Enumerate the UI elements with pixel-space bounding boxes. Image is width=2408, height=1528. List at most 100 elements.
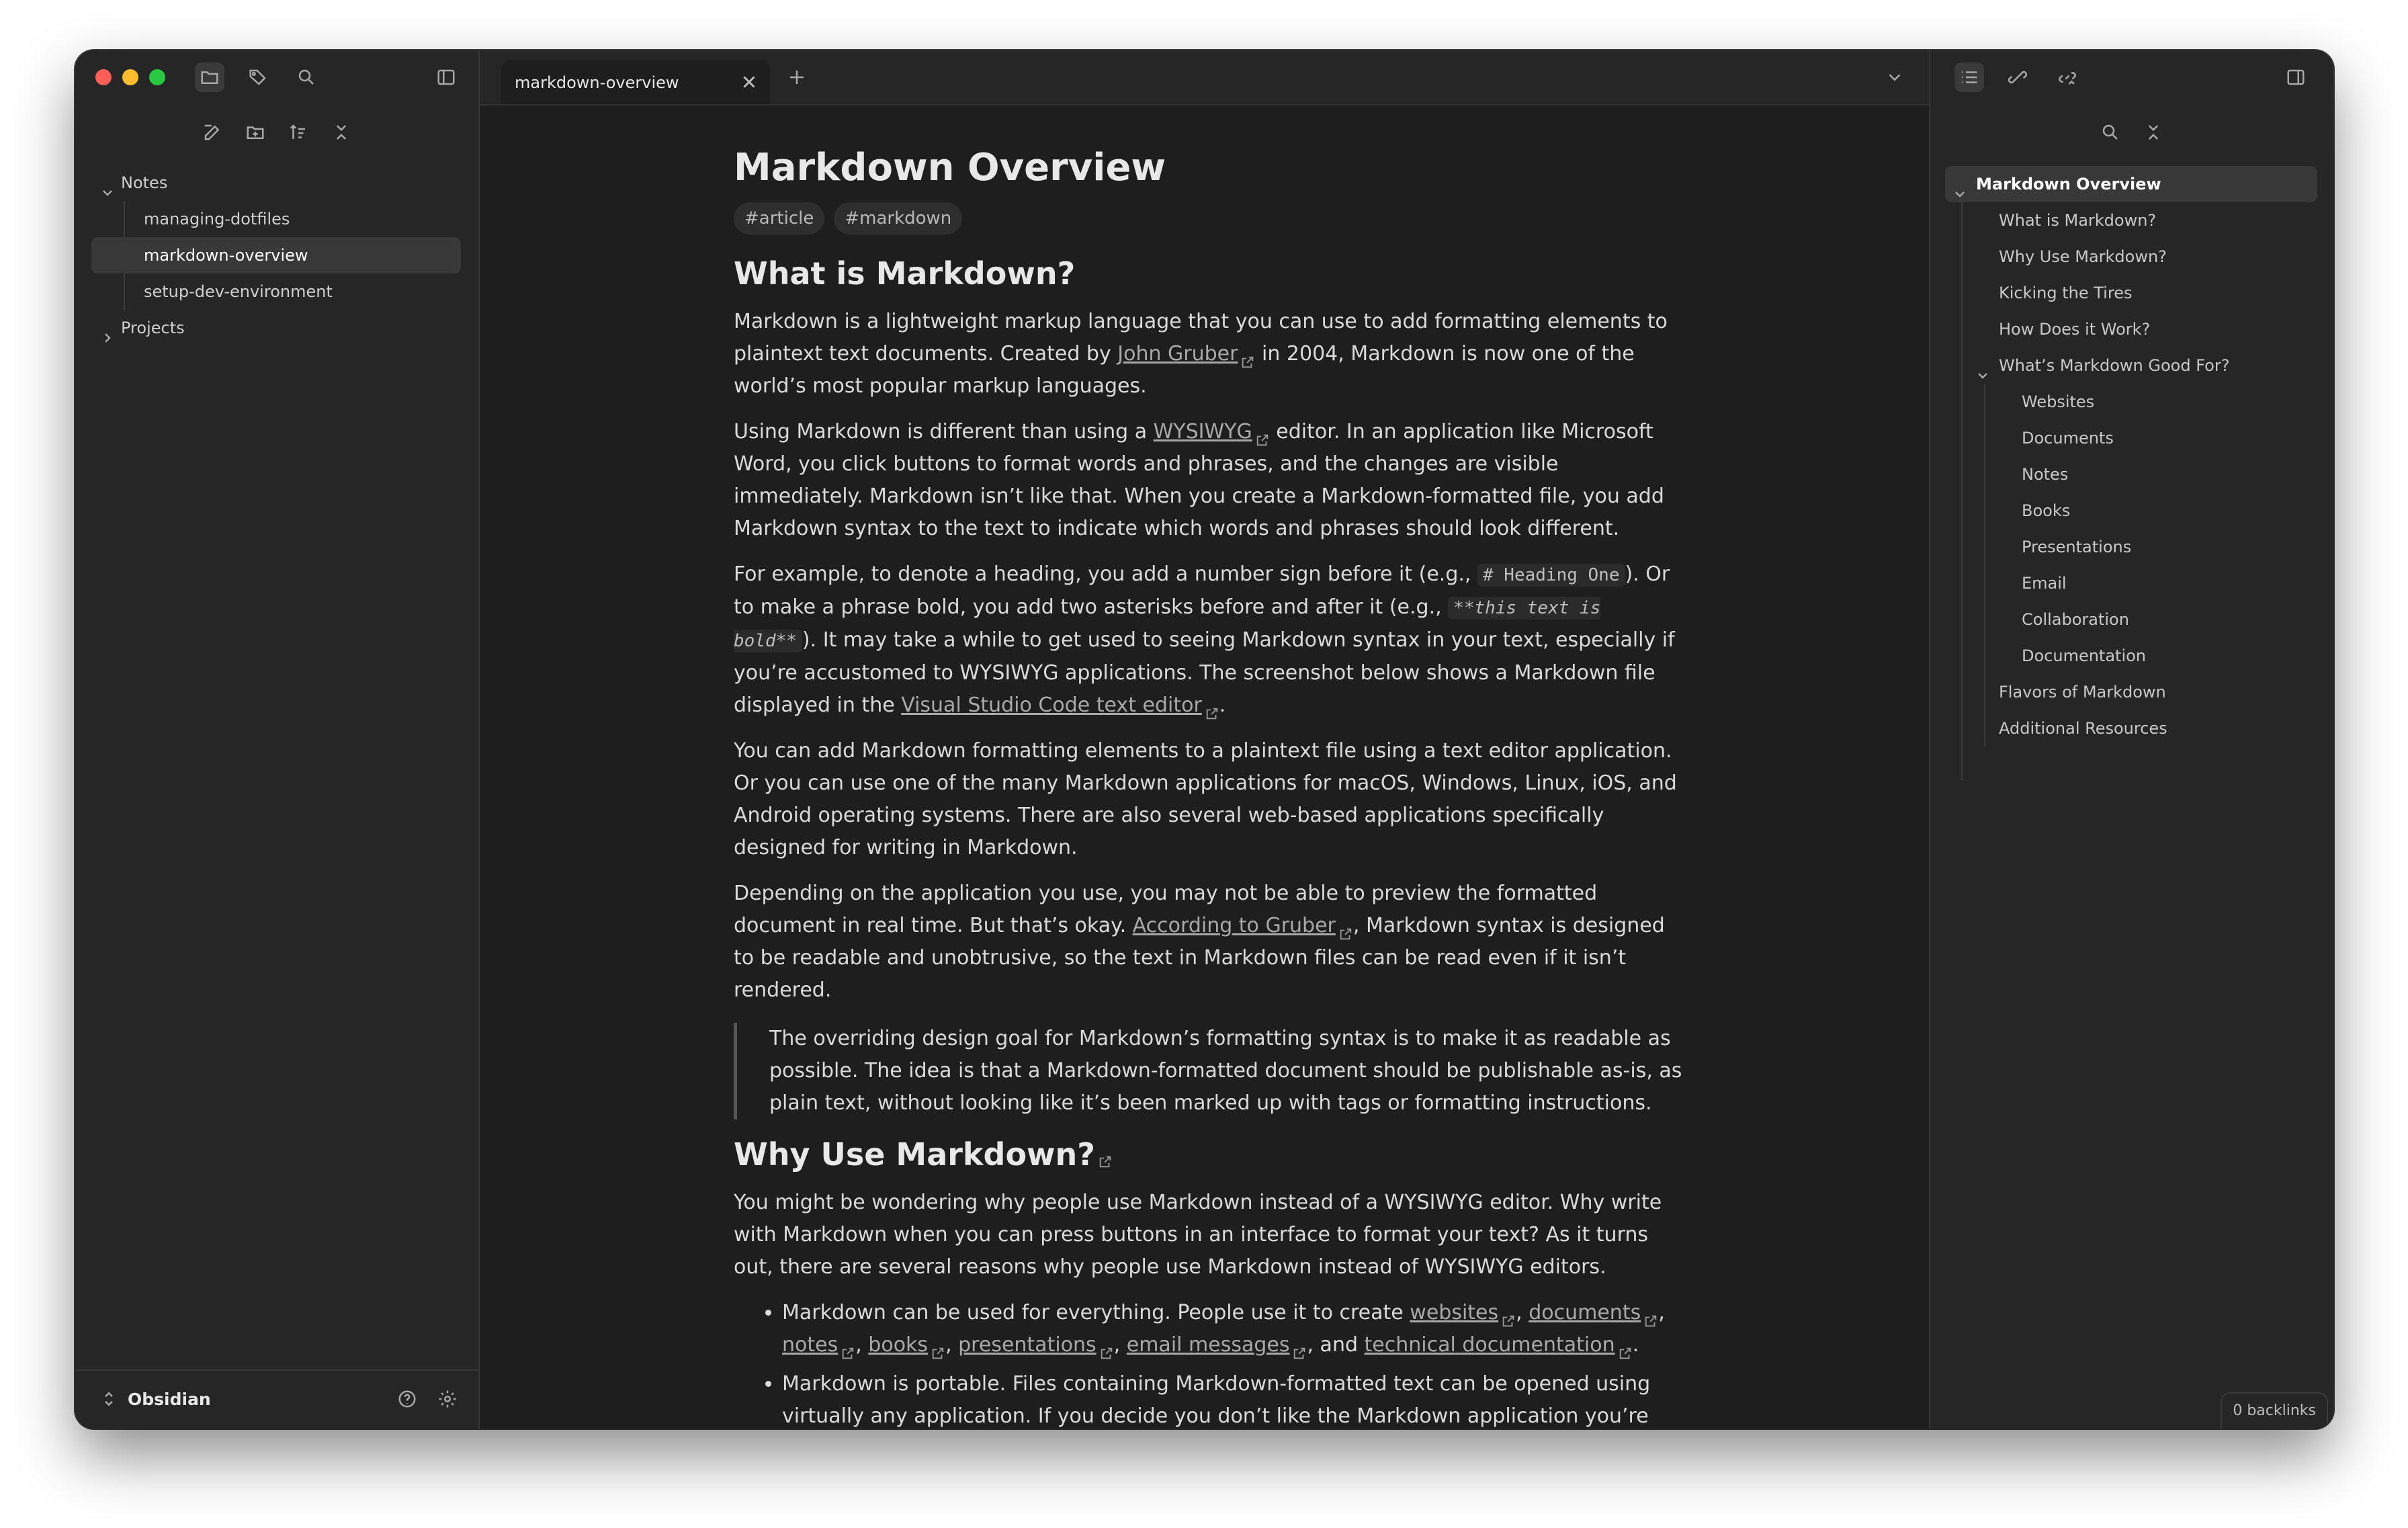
chevron-down-icon (1953, 177, 1967, 198)
outline-item[interactable]: Why Use Markdown? (1945, 239, 2317, 275)
outline-label: Email (2022, 574, 2067, 593)
collapse-all-icon[interactable] (327, 118, 356, 147)
link-presentations[interactable]: presentations (958, 1333, 1096, 1357)
settings-icon[interactable] (433, 1384, 462, 1414)
outline-icon[interactable] (1954, 62, 1984, 92)
external-link-icon (931, 1339, 945, 1359)
outgoing-links-icon[interactable] (2053, 62, 2082, 92)
link-vscode[interactable]: Visual Studio Code text editor (901, 693, 1202, 717)
chevron-down-icon (101, 176, 114, 196)
outline-item[interactable]: Notes (1945, 456, 2317, 493)
chevron-down-icon[interactable] (1880, 62, 1909, 92)
tag-markdown[interactable]: #markdown (834, 202, 963, 235)
backlinks-icon[interactable] (2003, 62, 2032, 92)
link-documents[interactable]: documents (1529, 1301, 1641, 1324)
external-link-icon (1255, 425, 1270, 445)
external-link-icon (1240, 347, 1255, 368)
new-folder-icon[interactable] (241, 118, 270, 147)
outline-label: Kicking the Tires (1999, 284, 2133, 302)
search-icon[interactable] (2096, 118, 2125, 147)
outline-label: How Does it Work? (1999, 320, 2151, 339)
outline-item[interactable]: How Does it Work? (1945, 311, 2317, 347)
outline-item[interactable]: Collaboration (1945, 601, 2317, 638)
outline-item[interactable]: Email (1945, 565, 2317, 601)
link-notes[interactable]: notes (782, 1333, 838, 1357)
sidebar-toggle-icon[interactable] (431, 62, 461, 92)
external-link-icon[interactable] (1098, 1138, 1113, 1168)
link-according-to-gruber[interactable]: According to Gruber (1133, 914, 1336, 937)
outline-item[interactable]: Websites (1945, 384, 2317, 420)
close-icon[interactable] (739, 72, 759, 92)
sort-icon[interactable] (284, 118, 313, 147)
paragraph: Markdown is a lightweight markup languag… (734, 306, 1688, 402)
link-wysiwyg[interactable]: WYSIWYG (1154, 420, 1252, 443)
file-managing-dotfiles[interactable]: managing-dotfiles (91, 201, 461, 237)
inline-code: # Heading One (1477, 564, 1625, 587)
tags-icon[interactable] (243, 62, 273, 92)
close-window-button[interactable] (95, 69, 112, 85)
external-link-icon (1205, 699, 1219, 719)
outline-item[interactable]: Presentations (1945, 529, 2317, 565)
tab-title: markdown-overview (515, 73, 679, 92)
note-content: Markdown Overview #article #markdown Wha… (734, 144, 1688, 1429)
link-john-gruber[interactable]: John Gruber (1117, 342, 1238, 366)
right-sidebar: Markdown Overview What is Markdown? Why … (1929, 50, 2333, 1429)
new-tab-icon[interactable] (782, 62, 812, 92)
outline-label: What is Markdown? (1999, 211, 2157, 230)
file-label: setup-dev-environment (144, 282, 333, 301)
link-email-messages[interactable]: email messages (1127, 1333, 1290, 1357)
folder-projects[interactable]: Projects (91, 310, 461, 346)
zoom-window-button[interactable] (149, 69, 165, 85)
outline-item[interactable]: Documentation (1945, 638, 2317, 674)
collapse-all-icon[interactable] (2139, 118, 2168, 147)
outline-label: Books (2022, 501, 2071, 520)
right-sidebar-toggle-icon[interactable] (2281, 62, 2311, 92)
outline-item[interactable]: Additional Resources (1945, 710, 2317, 747)
outline-item[interactable]: Kicking the Tires (1945, 275, 2317, 311)
vault-switcher-icon[interactable] (94, 1384, 124, 1414)
list-item: Markdown is portable. Files containing M… (782, 1368, 1688, 1429)
link-books[interactable]: books (868, 1333, 928, 1357)
folder-notes[interactable]: Notes (91, 165, 461, 201)
outline-label: Documentation (2022, 646, 2147, 665)
file-setup-dev-environment[interactable]: setup-dev-environment (91, 273, 461, 310)
external-link-icon (1643, 1306, 1658, 1326)
external-link-icon (1618, 1339, 1633, 1359)
outline-item[interactable]: What is Markdown? (1945, 202, 2317, 239)
outline-item[interactable]: Books (1945, 493, 2317, 529)
text: Using Markdown is different than using a (734, 420, 1154, 443)
chevron-right-icon (101, 321, 114, 343)
outline-label: Documents (2022, 429, 2114, 448)
minimize-window-button[interactable] (122, 69, 138, 85)
link-websites[interactable]: websites (1410, 1301, 1498, 1324)
outline-label: Collaboration (2022, 610, 2129, 629)
file-label: markdown-overview (144, 246, 308, 265)
backlinks-status[interactable]: 0 backlinks (2221, 1392, 2328, 1429)
heading-text: Why Use Markdown? (734, 1136, 1095, 1173)
outline-label: Markdown Overview (1976, 175, 2161, 194)
outline-item[interactable]: Documents (1945, 420, 2317, 456)
paragraph: Using Markdown is different than using a… (734, 416, 1688, 545)
outline-item[interactable]: Flavors of Markdown (1945, 674, 2317, 710)
page-title: Markdown Overview (734, 146, 1166, 189)
paragraph: Depending on the application you use, yo… (734, 878, 1688, 1007)
vault-name[interactable]: Obsidian (128, 1390, 211, 1409)
help-icon[interactable] (392, 1384, 422, 1414)
sidebar-footer: Obsidian (75, 1369, 478, 1429)
outline-item[interactable]: What’s Markdown Good For? (1945, 347, 2317, 384)
new-note-icon[interactable] (198, 118, 227, 147)
outline-label: Notes (2022, 465, 2069, 484)
link-technical-documentation[interactable]: technical documentation (1365, 1333, 1615, 1357)
list-item: Markdown can be used for everything. Peo… (782, 1297, 1688, 1361)
text: , and (1307, 1333, 1365, 1357)
folder-label: Notes (121, 173, 168, 192)
heading-why-use-markdown: Why Use Markdown? (734, 1134, 1688, 1175)
search-icon[interactable] (292, 62, 321, 92)
folder-icon[interactable] (195, 62, 224, 92)
outline-label: Websites (2022, 392, 2095, 411)
tag-article[interactable]: #article (734, 202, 825, 235)
tab-markdown-overview[interactable]: markdown-overview (501, 60, 770, 104)
file-markdown-overview[interactable]: markdown-overview (91, 237, 461, 273)
outline-item[interactable]: Markdown Overview (1945, 166, 2317, 202)
outline-label: What’s Markdown Good For? (1999, 356, 2230, 375)
